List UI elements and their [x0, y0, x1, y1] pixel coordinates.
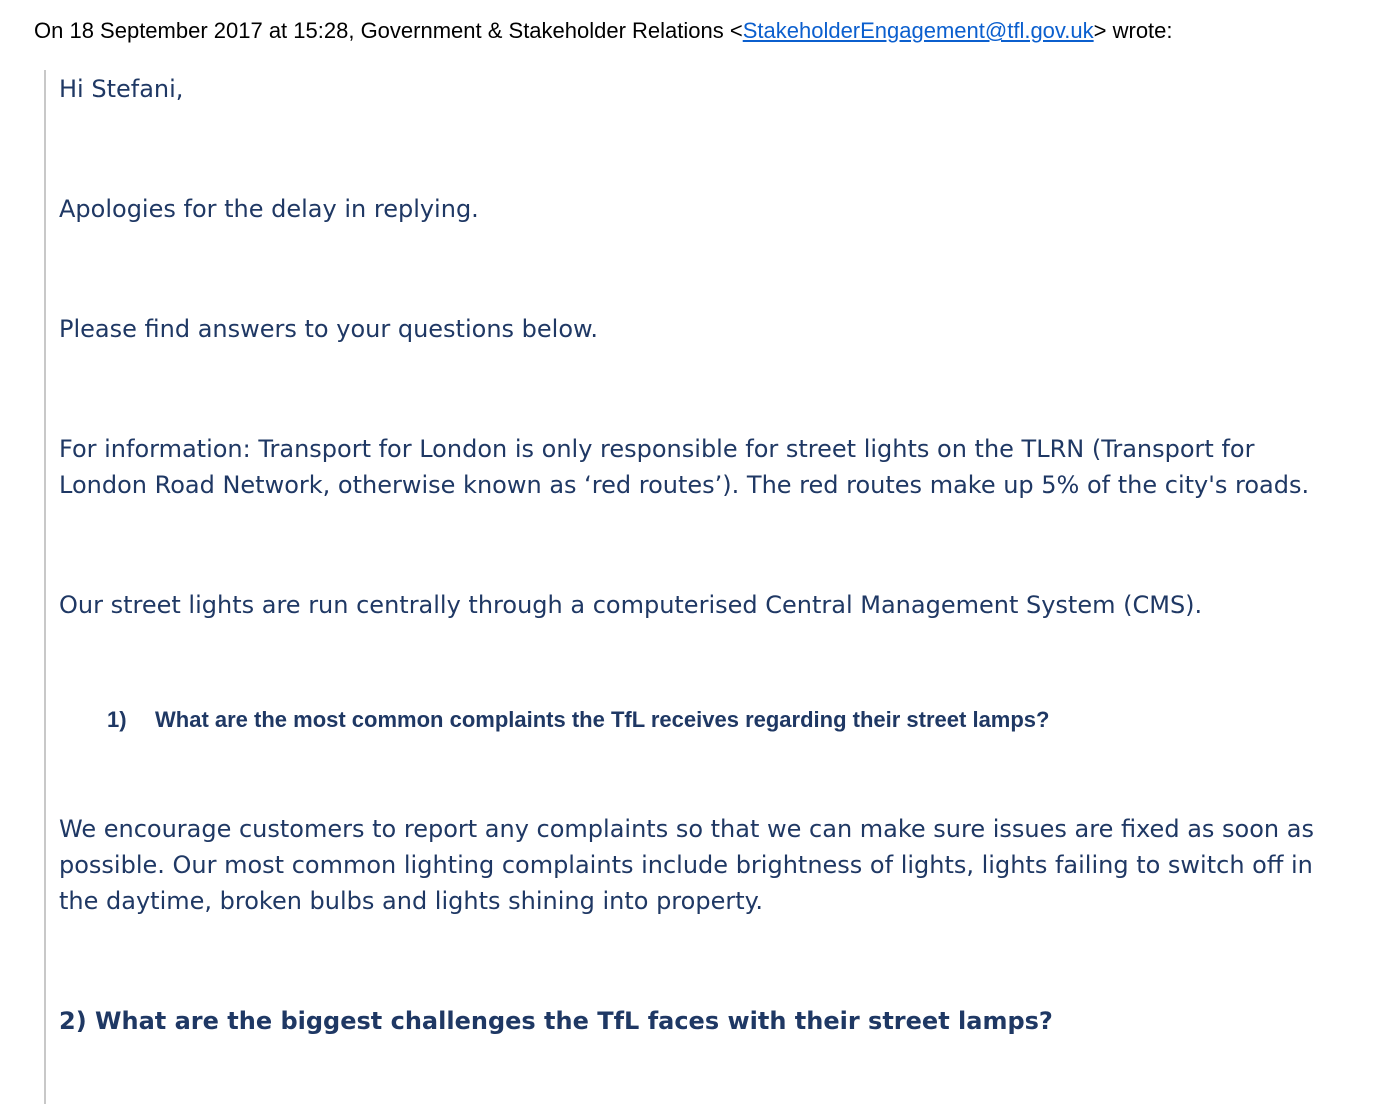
intro-paragraph: Please find answers to your questions be… [59, 315, 599, 343]
attribution-suffix: > wrote: [1093, 18, 1173, 43]
attribution-prefix: On 18 September 2017 at 15:28, Governmen… [34, 18, 743, 43]
answer-1-paragraph: We encourage customers to report any com… [59, 815, 1314, 915]
question-1-number: 1) [107, 707, 127, 732]
quote-attribution-line: On 18 September 2017 at 15:28, Governmen… [34, 16, 1173, 46]
quote-indent-bar [44, 70, 46, 1104]
question-2: 2) What are the biggest challenges the T… [59, 1007, 1053, 1035]
question-1: 1) What are the most common complaints th… [107, 704, 1049, 736]
cms-paragraph: Our street lights are run centrally thro… [59, 591, 1203, 619]
email-quoted-message: On 18 September 2017 at 15:28, Governmen… [0, 0, 1376, 1104]
apology-paragraph: Apologies for the delay in replying. [59, 195, 479, 223]
info-paragraph: For information: Transport for London is… [59, 435, 1310, 499]
sender-email-link[interactable]: StakeholderEngagement@tfl.gov.uk [743, 18, 1094, 43]
question-1-text: What are the most common complaints the … [155, 707, 1050, 732]
greeting: Hi Stefani, [59, 75, 184, 103]
